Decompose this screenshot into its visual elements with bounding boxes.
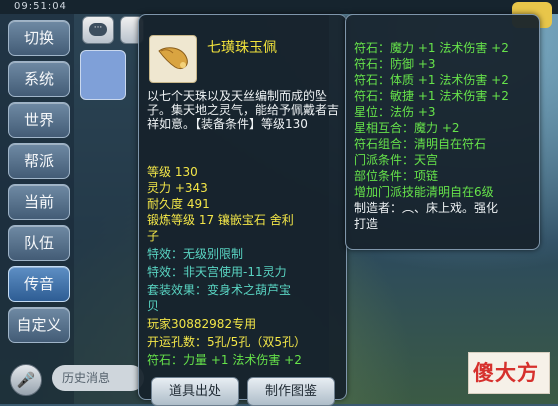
- attribute-line: 符石组合：清明自在符石: [354, 137, 487, 151]
- watermark-logo: 傻大方: [468, 352, 550, 394]
- channel-tab-whisper[interactable]: 传音: [8, 266, 70, 302]
- attribute-line: 增加门派技能清明自在6级: [354, 185, 494, 199]
- equip-condition-value: 等级130: [261, 117, 308, 131]
- attribute-line: 符石：防御 +3: [354, 57, 436, 71]
- craft-catalog-button[interactable]: 制作图鉴: [247, 377, 335, 406]
- chat-bubble-icon[interactable]: ···: [82, 16, 114, 44]
- item-rune: 符石：力量 +1 法术伤害 +2: [147, 353, 302, 367]
- attribute-line: 部位条件：项链: [354, 169, 439, 183]
- item-durability: 耐久度 491: [147, 197, 210, 211]
- channel-tab-guild[interactable]: 帮派: [8, 143, 70, 179]
- attribute-line: 星相互合：魔力 +2: [354, 121, 460, 135]
- item-set-effect-2: 贝: [147, 299, 160, 313]
- avatar: [80, 50, 126, 100]
- attribute-line: 符石：魔力 +1 法术伤害 +2: [354, 41, 509, 55]
- item-level: 等级 130: [147, 165, 198, 179]
- jade-pendant-icon: [149, 35, 197, 83]
- item-source-button[interactable]: 道具出处: [151, 377, 239, 406]
- channel-tab-team[interactable]: 队伍: [8, 225, 70, 261]
- attribute-line: 星位：法伤 +3: [354, 105, 436, 119]
- item-tooltip: 七璜珠玉佩 以七个天珠以及天丝编制而成的坠子。集天地之灵气，能给予佩戴者吉祥如意…: [138, 14, 347, 406]
- channel-tab-world[interactable]: 世界: [8, 102, 70, 138]
- clock: 09:51:04: [14, 1, 67, 12]
- item-name: 七璜珠玉佩: [207, 40, 277, 56]
- maker-line-2: 打造: [354, 217, 379, 231]
- channel-sidebar: 切换 系统 世界 帮派 当前 队伍 传音 自定义: [0, 14, 74, 404]
- item-owner: 玩家30882982专用: [147, 317, 257, 331]
- channel-tab-system[interactable]: 系统: [8, 61, 70, 97]
- maker-line: 制造者：︵、床上戏。强化: [354, 201, 499, 215]
- watermark-text: 傻大方: [473, 361, 539, 385]
- rune-attributes-panel: 符石：魔力 +1 法术伤害 +2 符石：防御 +3 符石：体质 +1 法术伤害 …: [345, 14, 540, 250]
- equip-condition-label: 【装备条件】: [195, 117, 262, 131]
- item-slots: 开运孔数：5孔/5孔（双5孔）: [147, 335, 306, 349]
- attribute-line: 门派条件：天宫: [354, 153, 439, 167]
- channel-tab-custom[interactable]: 自定义: [8, 307, 70, 343]
- attribute-line: 符石：敏捷 +1 法术伤害 +2: [354, 89, 509, 103]
- item-forge-gem: 锻炼等级 17 镶嵌宝石 舍利: [147, 213, 294, 227]
- item-effect: 特效：无级别限制: [147, 247, 244, 261]
- status-bar: 09:51:04: [0, 0, 558, 14]
- history-message-input[interactable]: 历史消息: [52, 365, 144, 391]
- item-spirit: 灵力 +343: [147, 181, 208, 195]
- item-set-effect: 套装效果：变身术之葫芦宝: [147, 283, 292, 297]
- item-forge-gem-2: 子: [147, 229, 160, 243]
- item-effect-2: 特效：非天宫使用-11灵力: [147, 265, 287, 279]
- channel-tab-switch[interactable]: 切换: [8, 20, 70, 56]
- microphone-icon[interactable]: 🎤: [10, 364, 42, 396]
- item-description: 以七个天珠以及天丝编制而成的坠子。集天地之灵气，能给予佩戴者吉祥如意。【装备条件…: [147, 89, 339, 131]
- attribute-line: 符石：体质 +1 法术伤害 +2: [354, 73, 509, 87]
- channel-tab-current[interactable]: 当前: [8, 184, 70, 220]
